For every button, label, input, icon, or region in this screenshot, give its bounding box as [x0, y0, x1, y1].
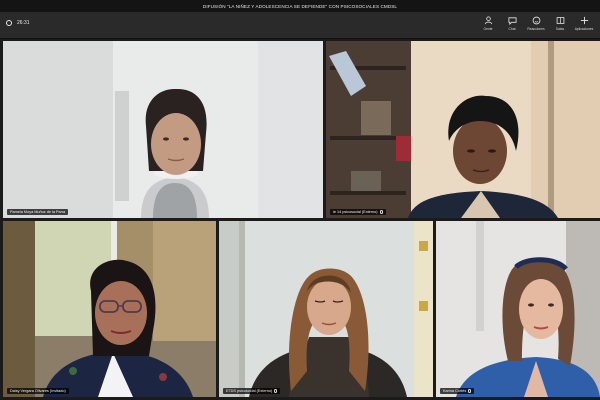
meeting-toolbar: 26:31 Gente Chat Reacciones Salas Aplica…	[0, 12, 600, 39]
meeting-timer: 26:31	[6, 20, 30, 26]
participant-video	[219, 221, 433, 397]
reactions-button[interactable]: Reacciones	[526, 16, 546, 31]
video-tile-karina[interactable]: Karina Cortés	[436, 221, 600, 397]
chat-button[interactable]: Chat	[502, 16, 522, 31]
apps-icon	[580, 16, 588, 25]
participant-video	[436, 221, 600, 397]
participant-name: Pamela Moya Muñoz de la Parra	[10, 210, 66, 214]
mic-icon	[468, 389, 472, 393]
meeting-title: DIFUSIÓN "LA NIÑEZ Y ADOLESCENCIA SE DEF…	[202, 3, 398, 9]
people-icon	[484, 16, 492, 25]
people-label: Gente	[483, 27, 493, 31]
apps-button[interactable]: Aplicaciones	[574, 16, 594, 31]
participant-video	[326, 41, 600, 218]
chat-label: Chat	[508, 27, 516, 31]
video-tile-ie14[interactable]: ie 14 psicosocial (Externo)	[326, 41, 600, 218]
apps-label: Aplicaciones	[574, 27, 594, 31]
rooms-label: Salas	[555, 27, 565, 31]
participant-name-tag: E7DS psicosocial (Externo)	[223, 388, 281, 394]
participant-name-tag: Karina Cortés	[440, 388, 475, 394]
participant-name: E7DS psicosocial (Externo)	[226, 389, 273, 393]
elapsed-time: 26:31	[17, 20, 30, 26]
participant-name: ie 14 psicosocial (Externo)	[333, 210, 378, 214]
rooms-icon	[556, 17, 564, 24]
video-tile-e7ds[interactable]: E7DS psicosocial (Externo)	[219, 221, 433, 397]
title-bar: DIFUSIÓN "LA NIÑEZ Y ADOLESCENCIA SE DEF…	[0, 0, 600, 12]
participant-name-tag: ie 14 psicosocial (Externo)	[330, 209, 386, 215]
mic-icon	[274, 389, 278, 393]
reactions-label: Reacciones	[527, 27, 545, 31]
chat-icon	[507, 17, 517, 25]
participant-video	[3, 41, 323, 218]
mic-icon	[379, 210, 383, 214]
video-tile-pamela[interactable]: Pamela Moya Muñoz de la Parra	[3, 41, 323, 218]
video-tile-daisy[interactable]: Daisy Vergara Olivares (Invitado)	[3, 221, 216, 397]
participant-name-tag: Pamela Moya Muñoz de la Parra	[7, 209, 69, 215]
video-grid: Pamela Moya Muñoz de la Parra ie 14 psic…	[0, 39, 600, 400]
people-button[interactable]: Gente	[478, 16, 498, 31]
participant-video	[3, 221, 216, 397]
shield-icon	[6, 20, 12, 26]
reactions-icon	[532, 16, 540, 25]
participant-name: Daisy Vergara Olivares (Invitado)	[10, 389, 66, 393]
rooms-button[interactable]: Salas	[550, 16, 570, 31]
participant-name-tag: Daisy Vergara Olivares (Invitado)	[7, 388, 69, 394]
participant-name: Karina Cortés	[443, 389, 467, 393]
